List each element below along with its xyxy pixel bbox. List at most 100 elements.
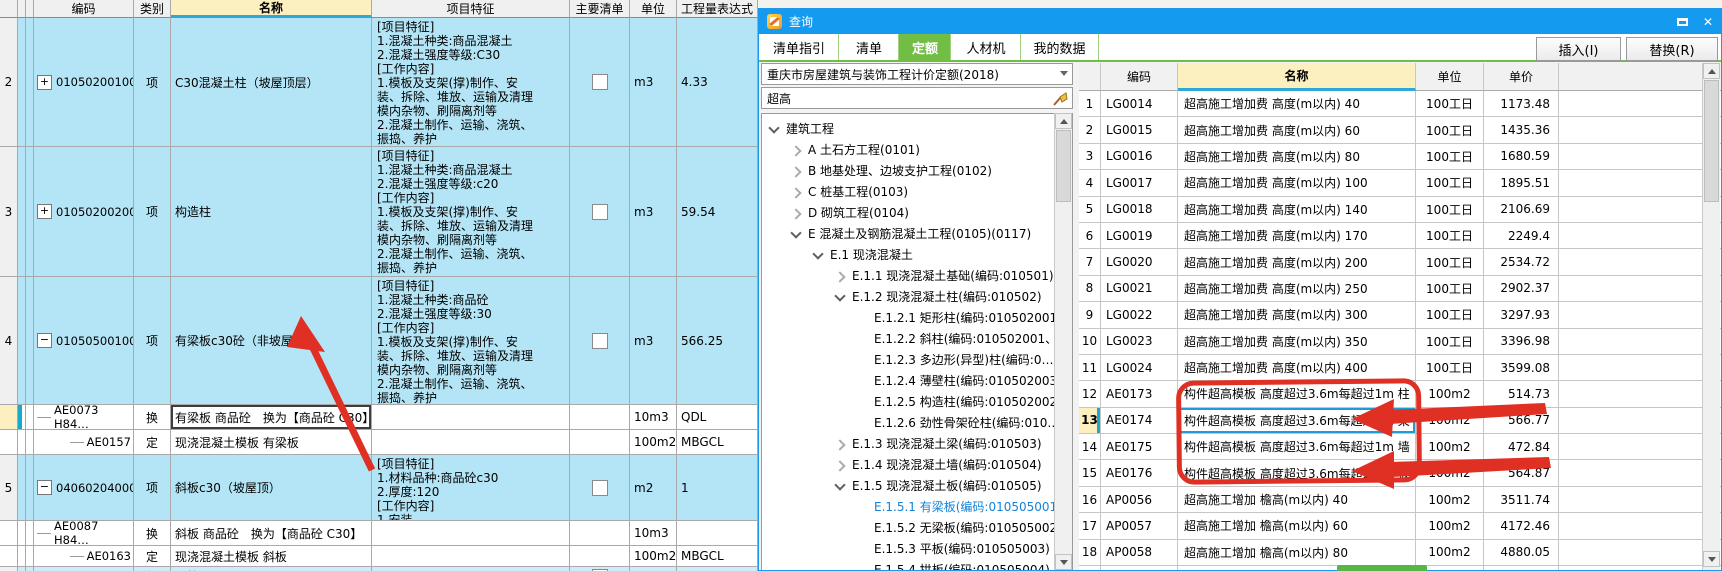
quota-name[interactable]: 超高施工增加 檐高(m以内) 60	[1178, 513, 1416, 540]
tab-清单指引[interactable]: 清单指引	[759, 34, 840, 60]
quota-name[interactable]: 超高施工增加费 高度(m以内) 170	[1178, 222, 1416, 250]
tree-item[interactable]: E.1.2.5 构造柱(编码:010502002)	[762, 392, 1072, 413]
tree-item[interactable]: B 地基处理、边坡支护工程(0102)	[762, 161, 1072, 182]
name-cell[interactable]: 现浇混凝土模板 有梁板	[171, 430, 372, 455]
replace-button[interactable]: 替换(R)	[1626, 37, 1718, 61]
quota-detail-row[interactable]: AE0073 H84… 换有梁板 商品砼 换为【商品砼 C30】 10m3 QDL	[0, 405, 758, 430]
tree-item[interactable]: E.1.2 现浇混凝土柱(编码:010502)	[762, 287, 1072, 308]
tree-item[interactable]: E 混凝土及钢筋混凝土工程(0105)(0117)	[762, 224, 1072, 245]
code-cell[interactable]: AE0157	[34, 430, 134, 455]
quota-name[interactable]: 超高施工增加 檐高(m以内) 80	[1178, 539, 1416, 567]
tab-清单[interactable]: 清单	[838, 34, 900, 60]
close-icon[interactable]: ✕	[1695, 13, 1721, 30]
quota-name[interactable]: 超高施工增加费 高度(m以内) 80	[1178, 143, 1416, 171]
chevron-collapsed-icon[interactable]	[790, 187, 802, 199]
tab-我的数据[interactable]: 我的数据	[1020, 34, 1099, 60]
chevron-expanded-icon[interactable]	[790, 227, 802, 239]
quota-name[interactable]: 超高施工增加费 高度(m以内) 200	[1178, 249, 1416, 276]
clear-broom-icon[interactable]	[1051, 91, 1068, 107]
quota-name[interactable]: 超高施工增加 檐高(m以内) 100	[1178, 566, 1416, 570]
tree-item[interactable]: C 桩基工程(0103)	[762, 182, 1072, 203]
main-list-checkbox[interactable]	[591, 203, 608, 220]
quota-row[interactable]: 11 LG0024 超高施工增加费 高度(m以内) 400 100工日 3599.08	[1079, 354, 1721, 382]
quota-row[interactable]: 12 AE0173 构件超高模板 高度超过3.6m每超过1m 柱 100m2 514.7…	[1079, 381, 1721, 408]
quota-row[interactable]: 16 AP0056 超高施工增加 檐高(m以内) 40 100m2 3511.74	[1079, 486, 1721, 514]
name-cell[interactable]: 构造柱	[171, 147, 372, 277]
tree-scrollbar[interactable]	[1054, 113, 1072, 570]
quota-name[interactable]: 超高施工增加费 高度(m以内) 350	[1178, 328, 1416, 355]
minimize-icon[interactable]	[1669, 13, 1695, 30]
quota-row[interactable]: 18 AP0058 超高施工增加 檐高(m以内) 80 100m2 4880.05	[1079, 539, 1721, 567]
quota-detail-row[interactable]: AE0087 H84… 换斜板 商品砼 换为【商品砼 C30】 10m3	[0, 521, 758, 546]
code-cell[interactable]: −040602040001	[34, 455, 134, 521]
insert-button[interactable]: 插入(I)	[1536, 37, 1621, 61]
code-cell[interactable]: +010502002001	[34, 147, 134, 277]
quota-row[interactable]: 17 AP0057 超高施工增加 檐高(m以内) 60 100m2 4172.46	[1079, 513, 1721, 540]
name-cell[interactable]: 有梁板 商品砼 换为【商品砼 C30】	[171, 405, 372, 430]
code-cell[interactable]: AE0073 H84…	[34, 405, 134, 430]
bill-item-row[interactable]: 4−010505001001项有梁板c30砼（非坡屋顶）[项目特征] 1.混凝土…	[0, 277, 758, 405]
tree-item[interactable]: A 土石方工程(0101)	[762, 140, 1072, 161]
chevron-collapsed-icon[interactable]	[834, 460, 846, 472]
code-cell[interactable]: +010502001002	[34, 18, 134, 147]
name-cell[interactable]: 现浇混凝土模板 斜板	[171, 546, 372, 567]
scroll-up-icon[interactable]	[1055, 113, 1072, 129]
quota-row[interactable]: 15 AE0176 构件超高模板 高度超过3.6m每超过1m 板 100m2 564.8…	[1079, 460, 1721, 487]
tree-item[interactable]: E.1.2.1 矩形柱(编码:010502001)	[762, 308, 1072, 329]
quota-name[interactable]: 超高施工增加费 高度(m以内) 250	[1178, 275, 1416, 303]
chevron-collapsed-icon[interactable]	[790, 166, 802, 178]
tree-item[interactable]: 建筑工程	[762, 119, 1072, 140]
main-list-checkbox[interactable]	[591, 74, 608, 90]
tree-item[interactable]: E.1.1 现浇混凝土基础(编码:010501)	[762, 266, 1072, 287]
quota-name[interactable]: 超高施工增加费 高度(m以内) 140	[1178, 196, 1416, 223]
code-cell[interactable]: −010505001001	[34, 277, 134, 405]
tree-item[interactable]: E.1.5.3 平板(编码:010505003)	[762, 539, 1072, 560]
tree-item[interactable]: E.1.2.3 多边形(异型)柱(编码:0…	[762, 350, 1072, 371]
search-input[interactable]: 超高	[761, 87, 1073, 109]
main-list-checkbox[interactable]	[591, 332, 608, 349]
code-cell[interactable]: AE0163	[34, 546, 134, 567]
scroll-down-icon[interactable]	[1055, 554, 1072, 570]
quota-row[interactable]: 7 LG0020 超高施工增加费 高度(m以内) 200 100工日 2534.72	[1079, 249, 1721, 276]
quota-row[interactable]: 8 LG0021 超高施工增加费 高度(m以内) 250 100工日 2902.37	[1079, 275, 1721, 303]
quota-row[interactable]: 13 AE0174 构件超高模板 高度超过3.6m每超过1m 梁 100m2 566.7…	[1079, 407, 1721, 435]
quota-name[interactable]: 超高施工增加费 高度(m以内) 300	[1178, 302, 1416, 329]
quota-row[interactable]: 6 LG0019 超高施工增加费 高度(m以内) 170 100工日 2249.4	[1079, 222, 1721, 250]
tree-item[interactable]: E.1.2.2 斜柱(编码:010502001、…	[762, 329, 1072, 350]
name-cell[interactable]: 斜板 商品砼 换为【商品砼 C30】	[171, 521, 372, 546]
tab-定额[interactable]: 定额	[898, 34, 952, 60]
results-scrollbar[interactable]	[1702, 63, 1720, 570]
quota-detail-row[interactable]: AE0157 定现浇混凝土模板 有梁板 100m2 MBGCL	[0, 430, 758, 455]
tree-item[interactable]: E.1.5.1 有梁板(编码:010505001)	[762, 497, 1072, 518]
quota-row[interactable]: 10 LG0023 超高施工增加费 高度(m以内) 350 100工日 3396.98	[1079, 328, 1721, 355]
quota-name[interactable]: 构件超高模板 高度超过3.6m每超过1m 梁	[1178, 407, 1416, 435]
tree-item[interactable]: E.1 现浇混凝土	[762, 245, 1072, 266]
tree-item[interactable]: D 砌筑工程(0104)	[762, 203, 1072, 224]
quota-row[interactable]: 5 LG0018 超高施工增加费 高度(m以内) 140 100工日 2106.69	[1079, 196, 1721, 223]
name-cell[interactable]: 砌筑工程	[171, 567, 372, 571]
bill-item-row[interactable]: 5−040602040001项斜板c30（坡屋顶）[项目特征] 1.材料品种:商…	[0, 455, 758, 521]
quota-name[interactable]: 超高施工增加费 高度(m以内) 400	[1178, 354, 1416, 382]
quota-row[interactable]: 2 LG0015 超高施工增加费 高度(m以内) 60 100工日 1435.36	[1079, 117, 1721, 144]
quota-name[interactable]: 构件超高模板 高度超过3.6m每超过1m 板	[1178, 460, 1416, 487]
quota-row[interactable]: 9 LG0022 超高施工增加费 高度(m以内) 300 100工日 3297.93	[1079, 302, 1721, 329]
quota-row[interactable]: 1 LG0014 超高施工增加费 高度(m以内) 40 100工日 1173.48	[1079, 91, 1721, 118]
quota-row[interactable]: 3 LG0016 超高施工增加费 高度(m以内) 80 100工日 1680.59	[1079, 143, 1721, 171]
quota-name[interactable]: 构件超高模板 高度超过3.6m每超过1m 墙	[1178, 434, 1416, 461]
quota-row[interactable]: 19AP0059超高施工增加 檐高(m以内) 100100m25744.14	[1079, 566, 1721, 570]
quota-name[interactable]: 超高施工增加费 高度(m以内) 40	[1178, 91, 1416, 118]
name-cell[interactable]: 斜板c30（坡屋顶）	[171, 455, 372, 521]
dialog-titlebar[interactable]: 查询 ✕	[759, 9, 1721, 34]
collapse-minus-icon[interactable]: −	[37, 480, 52, 495]
bill-item-row[interactable]: 3+010502002001项构造柱[项目特征] 1.混凝土种类:商品混凝土 2…	[0, 147, 758, 277]
chevron-expanded-icon[interactable]	[834, 290, 846, 302]
main-list-checkbox[interactable]	[591, 479, 608, 496]
expand-plus-icon[interactable]: +	[37, 74, 52, 90]
tree-item[interactable]: E.1.4 现浇混凝土墙(编码:010504)	[762, 455, 1072, 476]
tree-item[interactable]: E.1.5.4 拱板(编码:010505004)	[762, 560, 1072, 570]
chevron-collapsed-icon[interactable]	[790, 145, 802, 157]
quota-row[interactable]: 4 LG0017 超高施工增加费 高度(m以内) 100 100工日 1895.51	[1079, 170, 1721, 197]
chevron-collapsed-icon[interactable]	[834, 271, 846, 283]
quota-library-select[interactable]: 重庆市房屋建筑与装饰工程计价定额(2018)	[761, 63, 1073, 85]
tree-item[interactable]: E.1.2.4 薄壁柱(编码:010502003)	[762, 371, 1072, 392]
